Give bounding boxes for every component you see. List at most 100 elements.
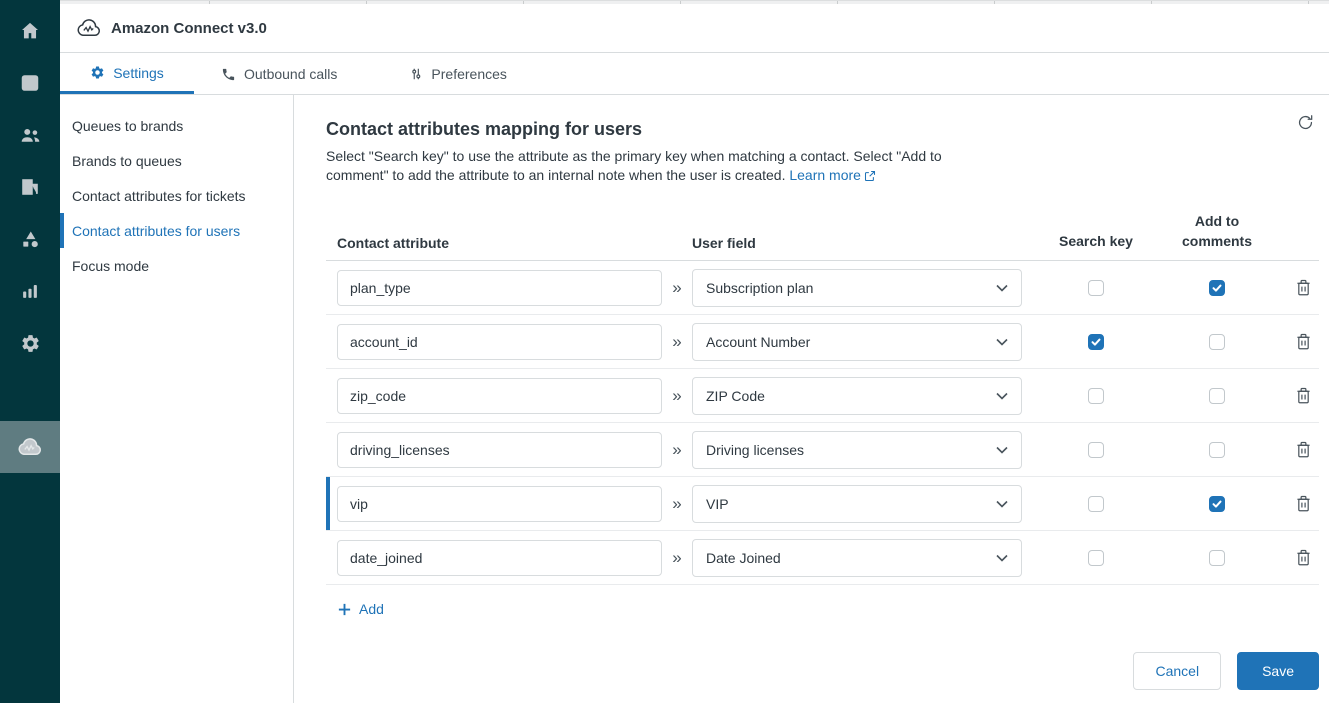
add-to-comments-checkbox[interactable] bbox=[1209, 495, 1225, 512]
header-contact-attribute: Contact attribute bbox=[337, 235, 449, 251]
contact-attribute-input[interactable] bbox=[337, 323, 662, 360]
save-button[interactable]: Save bbox=[1237, 652, 1319, 690]
delete-row-trash-icon[interactable] bbox=[1296, 549, 1311, 566]
contact-attribute-input[interactable] bbox=[337, 377, 662, 414]
nav-item-focus-mode[interactable]: Focus mode bbox=[60, 248, 293, 283]
tab-settings[interactable]: Settings bbox=[60, 54, 194, 94]
table-body: » Subscription plan » Account Number bbox=[326, 261, 1319, 585]
table-row: » VIP bbox=[326, 477, 1319, 531]
table-header-row: Contact attribute User field Search key … bbox=[326, 211, 1319, 261]
settings-subnav: Queues to brands Brands to queues Contac… bbox=[60, 95, 294, 703]
app-header: Amazon Connect v3.0 bbox=[60, 4, 1329, 53]
reporting-icon[interactable] bbox=[0, 265, 60, 317]
chevron-down-icon bbox=[996, 500, 1008, 508]
user-field-selected-value: Subscription plan bbox=[706, 279, 814, 296]
check-icon bbox=[1212, 500, 1222, 508]
customers-icon[interactable] bbox=[0, 109, 60, 161]
search-key-checkbox[interactable] bbox=[1088, 333, 1104, 350]
amazon-connect-logo-icon bbox=[76, 17, 102, 39]
contact-attribute-input[interactable] bbox=[337, 431, 662, 468]
nav-item-contact-attributes-for-users[interactable]: Contact attributes for users bbox=[60, 213, 293, 248]
plus-icon bbox=[338, 603, 351, 615]
add-to-comments-checkbox[interactable] bbox=[1209, 441, 1225, 458]
contact-attribute-input[interactable] bbox=[337, 485, 662, 522]
learn-more-link[interactable]: Learn more bbox=[789, 167, 876, 183]
objects-icon[interactable] bbox=[0, 213, 60, 265]
contact-attribute-input[interactable] bbox=[337, 269, 662, 306]
tab-outbound-calls[interactable]: Outbound calls bbox=[207, 54, 351, 94]
maps-to-chevrons-icon: » bbox=[672, 277, 682, 297]
footer-actions: Cancel Save bbox=[1133, 652, 1319, 690]
search-key-checkbox[interactable] bbox=[1088, 279, 1104, 296]
tab-preferences-label: Preferences bbox=[431, 66, 507, 82]
user-field-select[interactable]: Account Number bbox=[692, 322, 1022, 361]
maps-to-chevrons-icon: » bbox=[672, 439, 682, 459]
app-title: Amazon Connect v3.0 bbox=[111, 19, 267, 37]
header-search-key: Search key bbox=[1059, 233, 1133, 249]
search-key-checkbox[interactable] bbox=[1088, 495, 1104, 512]
maps-to-chevrons-icon: » bbox=[672, 493, 682, 513]
user-field-selected-value: Date Joined bbox=[706, 549, 781, 566]
tab-settings-label: Settings bbox=[113, 64, 164, 81]
amazon-connect-app-icon[interactable] bbox=[0, 421, 60, 473]
search-key-checkbox[interactable] bbox=[1088, 549, 1104, 566]
table-row: » Subscription plan bbox=[326, 261, 1319, 315]
external-link-icon bbox=[864, 170, 875, 182]
chevron-down-icon bbox=[996, 446, 1008, 454]
user-field-selected-value: VIP bbox=[706, 495, 729, 512]
check-icon bbox=[1091, 338, 1101, 346]
delete-row-trash-icon[interactable] bbox=[1296, 333, 1311, 350]
delete-row-trash-icon[interactable] bbox=[1296, 441, 1311, 458]
refresh-icon[interactable] bbox=[1296, 113, 1315, 132]
chevron-down-icon bbox=[996, 284, 1008, 292]
user-field-select[interactable]: Driving licenses bbox=[692, 430, 1022, 469]
maps-to-chevrons-icon: » bbox=[672, 331, 682, 351]
home-icon[interactable] bbox=[0, 5, 60, 57]
user-field-select[interactable]: Subscription plan bbox=[692, 268, 1022, 307]
main-content: Contact attributes mapping for users Sel… bbox=[294, 95, 1329, 703]
maps-to-chevrons-icon: » bbox=[672, 547, 682, 567]
add-to-comments-checkbox[interactable] bbox=[1209, 279, 1225, 296]
mapping-table: Contact attribute User field Search key … bbox=[326, 211, 1319, 585]
contact-attribute-input[interactable] bbox=[337, 539, 662, 576]
page-description: Select "Search key" to use the attribute… bbox=[326, 148, 942, 183]
nav-item-contact-attributes-for-tickets[interactable]: Contact attributes for tickets bbox=[60, 178, 293, 213]
header-add-to-comments: Add to comments bbox=[1181, 213, 1253, 249]
chevron-down-icon bbox=[996, 338, 1008, 346]
user-field-select[interactable]: ZIP Code bbox=[692, 376, 1022, 415]
check-icon bbox=[1212, 284, 1222, 292]
organizations-icon[interactable] bbox=[0, 161, 60, 213]
header-user-field: User field bbox=[692, 235, 756, 251]
delete-row-trash-icon[interactable] bbox=[1296, 495, 1311, 512]
nav-item-queues-to-brands[interactable]: Queues to brands bbox=[60, 108, 293, 143]
search-key-checkbox[interactable] bbox=[1088, 387, 1104, 404]
chevron-down-icon bbox=[996, 554, 1008, 562]
chevron-down-icon bbox=[996, 392, 1008, 400]
admin-gear-icon[interactable] bbox=[0, 317, 60, 369]
maps-to-chevrons-icon: » bbox=[672, 385, 682, 405]
add-to-comments-checkbox[interactable] bbox=[1209, 549, 1225, 566]
add-to-comments-checkbox[interactable] bbox=[1209, 333, 1225, 350]
tab-bar: Settings Outbound calls Preferences bbox=[60, 54, 1329, 95]
tab-preferences[interactable]: Preferences bbox=[395, 54, 520, 94]
app-sidebar bbox=[0, 0, 60, 703]
table-row: » Driving licenses bbox=[326, 423, 1319, 477]
add-row-label: Add bbox=[359, 601, 384, 617]
delete-row-trash-icon[interactable] bbox=[1296, 387, 1311, 404]
nav-item-brands-to-queues[interactable]: Brands to queues bbox=[60, 143, 293, 178]
table-row: » Date Joined bbox=[326, 531, 1319, 585]
add-row-button[interactable]: Add bbox=[337, 601, 384, 617]
table-row: » Account Number bbox=[326, 315, 1319, 369]
tab-outbound-calls-label: Outbound calls bbox=[244, 66, 338, 82]
cancel-button[interactable]: Cancel bbox=[1133, 652, 1222, 690]
user-field-select[interactable]: VIP bbox=[692, 484, 1022, 523]
delete-row-trash-icon[interactable] bbox=[1296, 279, 1311, 296]
user-field-selected-value: Account Number bbox=[706, 333, 811, 350]
user-field-select[interactable]: Date Joined bbox=[692, 538, 1022, 577]
table-row: » ZIP Code bbox=[326, 369, 1319, 423]
add-to-comments-checkbox[interactable] bbox=[1209, 387, 1225, 404]
search-key-checkbox[interactable] bbox=[1088, 441, 1104, 458]
tickets-icon[interactable] bbox=[0, 57, 60, 109]
user-field-selected-value: ZIP Code bbox=[706, 387, 765, 404]
user-field-selected-value: Driving licenses bbox=[706, 441, 805, 458]
